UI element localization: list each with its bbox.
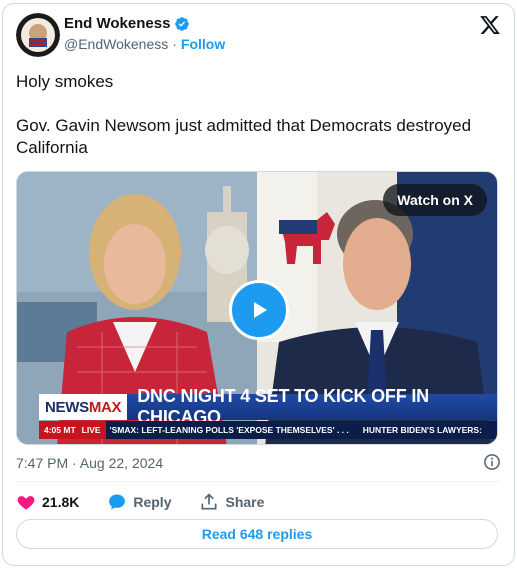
ticker-live: LIVE — [81, 425, 101, 435]
follow-button[interactable]: Follow — [181, 36, 225, 52]
handle-separator: · — [172, 36, 177, 52]
news-lower-third: NEWS MAX DNC NIGHT 4 SET TO KICK OFF IN C… — [39, 386, 497, 427]
news-ticker: 4:05 MT LIVE 'SMAX: LEFT-LEANING POLLS '… — [39, 421, 497, 439]
divider — [16, 481, 501, 482]
network-logo-b: MAX — [88, 398, 122, 416]
x-logo-icon[interactable] — [479, 14, 501, 36]
share-button[interactable]: Share — [199, 492, 264, 512]
heart-icon — [17, 496, 35, 510]
tweet-text: Holy smokes Gov. Gavin Newsom just admit… — [16, 71, 496, 159]
verified-badge-icon — [175, 16, 190, 31]
ticker-time: 4:05 MT — [44, 425, 76, 435]
author-handle[interactable]: @EndWokeness — [64, 36, 168, 52]
ticker-text: 'SMAX: LEFT-LEANING POLLS 'EXPOSE THEMSE… — [109, 425, 349, 435]
tweet-timestamp[interactable]: 7:47 PM · Aug 22, 2024 — [16, 455, 163, 471]
handle-row: @EndWokeness · Follow — [64, 36, 225, 52]
news-headline: DNC NIGHT 4 SET TO KICK OFF IN CHICAGO — [127, 386, 497, 427]
video-player[interactable]: Watch on X NEWS MAX DNC NIGHT 4 SET TO KI… — [16, 171, 498, 445]
author-avatar[interactable] — [16, 13, 60, 57]
author-name[interactable]: End Wokeness — [64, 15, 170, 32]
author-name-row[interactable]: End Wokeness — [64, 15, 190, 32]
network-logo: NEWS MAX — [39, 394, 128, 420]
action-bar: 21.8K Reply Share — [16, 490, 264, 514]
tweet-line-1: Holy smokes — [16, 72, 114, 91]
tweet-line-2: Gov. Gavin Newsom just admitted that Dem… — [16, 116, 472, 157]
reply-label: Reply — [133, 494, 172, 510]
share-label: Share — [225, 494, 265, 510]
reply-bubble-icon — [109, 494, 126, 510]
play-icon — [254, 302, 267, 318]
read-replies-button[interactable]: Read 648 replies — [16, 519, 498, 549]
watch-on-x-button[interactable]: Watch on X — [383, 184, 487, 216]
network-logo-a: NEWS — [45, 398, 89, 416]
ticker-text-2: HUNTER BIDEN'S LAWYERS: — [362, 425, 482, 435]
ticker-time-box: 4:05 MT LIVE — [39, 421, 106, 439]
info-icon[interactable] — [483, 453, 501, 471]
play-button[interactable] — [229, 280, 289, 340]
like-count: 21.8K — [42, 494, 80, 510]
share-icon — [201, 493, 217, 510]
like-button[interactable]: 21.8K — [16, 492, 79, 512]
reply-button[interactable]: Reply — [107, 492, 171, 512]
